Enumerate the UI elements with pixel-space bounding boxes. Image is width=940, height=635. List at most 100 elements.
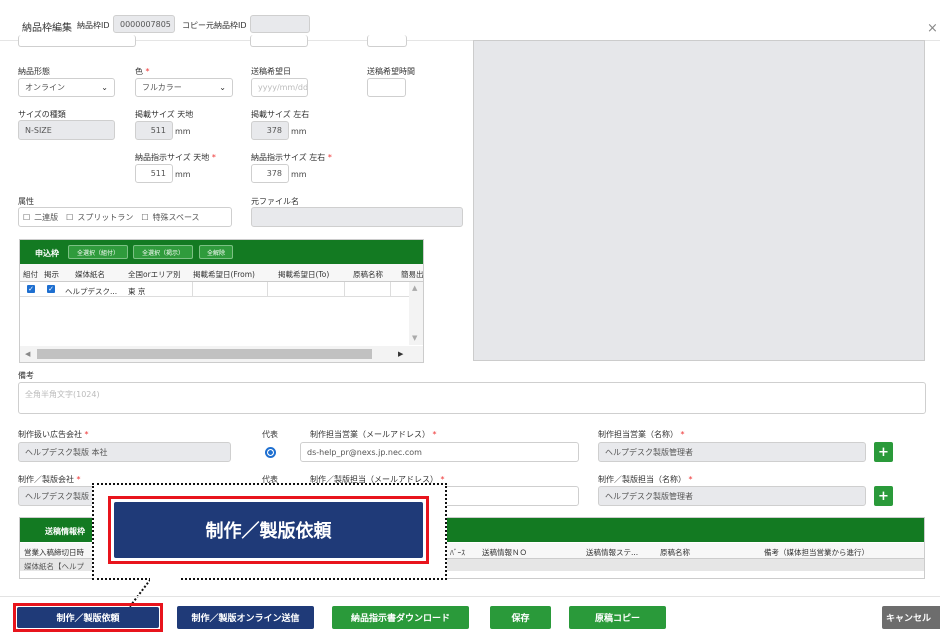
checkbox-split-run[interactable]: ☐ <box>66 213 73 222</box>
page-title: 納品枠編集 <box>22 23 72 34</box>
representative-label: 代表 <box>262 430 278 439</box>
option-special-space: 特殊スペース <box>152 212 200 222</box>
pub-size-height-unit: mm <box>175 127 191 136</box>
ad-company-label: 制作扱い広告会社 * <box>18 430 89 439</box>
image-preview-panel <box>473 40 925 361</box>
size-type-label: サイズの種類 <box>18 110 66 119</box>
col-send-status: 送稿情報ステ... <box>586 548 639 557</box>
delivery-instruction-download-button[interactable]: 納品指示書ダウンロード <box>332 606 469 629</box>
instr-size-height-input[interactable]: 511 <box>135 164 173 183</box>
col-divider <box>390 282 391 296</box>
color-select[interactable]: フルカラー ⌄ <box>135 78 233 97</box>
pub-size-width-field: 378 <box>251 121 289 140</box>
scroll-up-icon[interactable]: ▲ <box>412 284 417 292</box>
col-date-to: 掲載希望日(To) <box>278 270 330 279</box>
col-send-no: 送稿情報ＮＯ <box>482 548 527 557</box>
deselect-all-button[interactable]: 全解除 <box>199 245 233 259</box>
send-time-label: 送稿希望時間 <box>367 67 415 76</box>
source-file-field <box>251 207 463 227</box>
row-media-name: ヘルプデスク... <box>65 287 118 296</box>
application-table: 申込枠 全選択（組付） 全選択（掲示） 全解除 組付 掲示 媒体紙名 全国orエ… <box>19 239 424 363</box>
col-deadline: 営業入稿締切日時 <box>24 548 84 557</box>
delivery-format-value: オンライン <box>25 83 65 92</box>
instr-size-height-label: 納品指示サイズ 天地 * <box>135 153 216 162</box>
select-all-display-button[interactable]: 全選択（掲示） <box>133 245 193 259</box>
cut-field-2 <box>250 35 308 47</box>
prod-name-field: ヘルプデスク製版管理者 <box>598 486 866 506</box>
col-divider <box>192 282 193 296</box>
delivery-format-label: 納品形態 <box>18 67 50 76</box>
sales-name-label: 制作担当営業（名称） * <box>598 430 685 439</box>
copy-source-field <box>250 15 310 33</box>
remarks-label: 備考 <box>18 371 34 380</box>
horizontal-scroll-thumb[interactable] <box>37 349 372 359</box>
option-twin-edition: 二連版 <box>34 212 59 222</box>
pub-size-height-field: 511 <box>135 121 173 140</box>
color-label: 色 * <box>135 67 150 76</box>
col-assembly: 組付 <box>23 270 38 279</box>
instr-size-width-unit: mm <box>291 170 307 179</box>
send-time-input[interactable] <box>367 78 406 97</box>
col-media-name: 媒体紙名 <box>75 270 105 279</box>
source-file-label: 元ファイル名 <box>251 197 299 206</box>
chevron-down-icon: ⌄ <box>101 83 108 92</box>
send-date-input[interactable]: yyyy/mm/dd <box>251 78 308 97</box>
application-table-title: 申込枠 <box>35 249 59 258</box>
delivery-format-select[interactable]: オンライン ⌄ <box>18 78 115 97</box>
production-request-button[interactable]: 制作／製版依頼 <box>17 607 159 628</box>
row-area: 東 京 <box>128 287 146 296</box>
callout-request-button: 制作／製版依頼 <box>114 502 423 558</box>
col-date-from: 掲載希望日(From) <box>193 270 255 279</box>
col-manuscript: 原稿名称 <box>660 548 690 557</box>
attributes-label: 属性 <box>18 197 34 206</box>
color-value: フルカラー <box>142 83 182 92</box>
representative-radio[interactable] <box>265 447 276 458</box>
col-area: 全国orエリア別 <box>128 270 181 279</box>
select-all-assembly-button[interactable]: 全選択（組付） <box>68 245 128 259</box>
chevron-down-icon: ⌄ <box>219 83 226 92</box>
pub-size-width-label: 掲載サイズ 左右 <box>251 110 310 119</box>
production-online-send-button[interactable]: 制作／製版オンライン送信 <box>177 606 314 629</box>
ad-company-field: ヘルプデスク製版 本社 <box>18 442 231 462</box>
add-sales-button[interactable]: + <box>874 442 893 462</box>
sales-name-field: ヘルプデスク製版管理者 <box>598 442 866 462</box>
col-manuscript-name: 原稿名称 <box>353 270 383 279</box>
option-split-run: スプリットラン <box>77 212 134 222</box>
attributes-box: ☐ 二連版 ☐ スプリットラン ☐ 特殊スペース <box>18 207 232 227</box>
row-display-checkbox[interactable]: ✓ <box>47 285 55 293</box>
checkbox-special-space[interactable]: ☐ <box>141 213 148 222</box>
col-base: ﾊﾞｰｽ <box>450 548 465 557</box>
cut-field-1 <box>18 35 136 47</box>
scroll-left-icon[interactable]: ◀ <box>25 350 30 358</box>
cancel-button[interactable]: キャンセル <box>882 606 940 629</box>
copy-source-label: コピー元納品枠ID <box>182 21 247 30</box>
pub-size-width-unit: mm <box>291 127 307 136</box>
remarks-textarea[interactable]: 全角半角文字(1024) <box>18 382 926 414</box>
col-simple: 簡易出 <box>401 270 424 279</box>
scroll-down-icon[interactable]: ▼ <box>412 334 417 342</box>
instr-size-width-input[interactable]: 378 <box>251 164 289 183</box>
prod-company-label: 制作／製版会社 * <box>18 475 81 484</box>
send-date-label: 送稿希望日 <box>251 67 291 76</box>
col-remarks: 備考（媒体担当営業から進行） <box>764 548 869 557</box>
close-icon[interactable]: × <box>927 21 938 36</box>
footer-divider <box>0 596 940 597</box>
manuscript-copy-button[interactable]: 原稿コピー <box>569 606 666 629</box>
instr-size-width-label: 納品指示サイズ 左右 * <box>251 153 332 162</box>
size-type-field: N-SIZE <box>18 120 115 140</box>
row-assembly-checkbox[interactable]: ✓ <box>27 285 35 293</box>
send-info-title: 送稿情報枠 <box>45 527 85 536</box>
sales-email-label: 制作担当営業（メールアドレス） * <box>310 430 437 439</box>
group-row-label: 媒体紙名【ヘルプ <box>24 562 84 571</box>
save-button[interactable]: 保存 <box>490 606 551 629</box>
pub-size-height-label: 掲載サイズ 天地 <box>135 110 194 119</box>
slot-id-field: 0000007805 <box>113 15 175 33</box>
sales-email-input[interactable]: ds-help_pr@nexs.jp.nec.com <box>300 442 579 462</box>
scroll-right-icon[interactable]: ▶ <box>398 350 403 358</box>
add-prod-button[interactable]: + <box>874 486 893 506</box>
col-display: 掲示 <box>44 270 59 279</box>
col-divider <box>267 282 268 296</box>
col-divider <box>344 282 345 296</box>
checkbox-twin-edition[interactable]: ☐ <box>23 213 30 222</box>
prod-name-label: 制作／製版担当（名称） * <box>598 475 693 484</box>
